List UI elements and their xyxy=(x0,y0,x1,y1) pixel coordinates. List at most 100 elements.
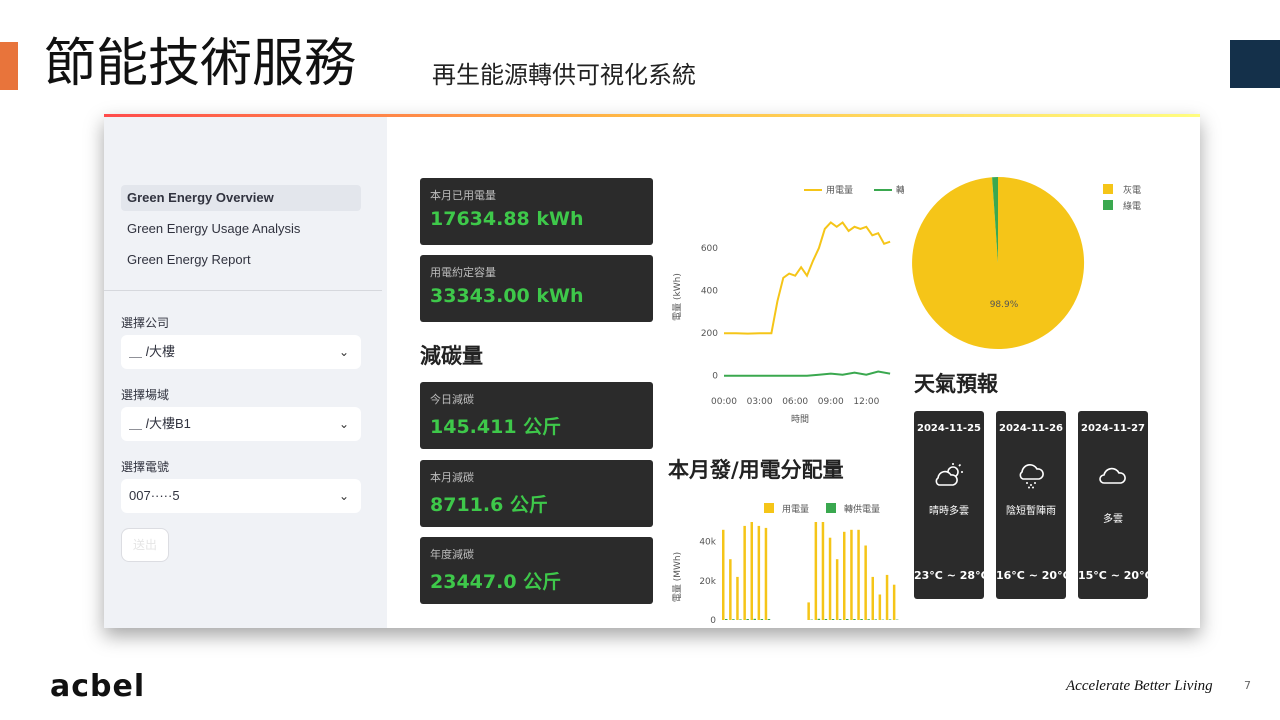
nav-green-energy-report[interactable]: Green Energy Report xyxy=(121,247,361,273)
corner-block xyxy=(1230,40,1280,88)
weather-desc: 陰短暫陣雨 xyxy=(1006,506,1056,517)
page-number: 7 xyxy=(1244,679,1251,692)
site-select[interactable]: ＿ 𝑙大樓B1 ⌄ xyxy=(121,407,361,441)
bar xyxy=(725,619,728,620)
bar xyxy=(750,522,753,620)
metric-label: 年度減碳 xyxy=(430,548,474,561)
nav-green-energy-usage-analysis[interactable]: Green Energy Usage Analysis xyxy=(121,216,361,242)
bar xyxy=(860,619,863,620)
site-select-value: ＿ 𝑙大樓B1 xyxy=(129,416,191,431)
bar xyxy=(753,618,756,620)
metric-year-reduction: 年度減碳 23447.0 公斤 xyxy=(420,537,653,604)
bar xyxy=(807,602,810,620)
y-tick-label: 600 xyxy=(701,244,718,254)
metric-monthly-usage: 本月已用電量 17634.88 kWh xyxy=(420,178,653,245)
bar xyxy=(864,545,867,620)
bar xyxy=(767,619,771,620)
title-accent-bar xyxy=(0,42,18,90)
bar xyxy=(821,522,825,620)
acbel-logo: acbel xyxy=(50,669,146,704)
metric-label: 用電約定容量 xyxy=(430,266,496,279)
series-line xyxy=(724,221,891,335)
metric-label: 本月已用電量 xyxy=(430,189,496,202)
y-axis-label: 電量 (kWh) xyxy=(672,273,683,321)
bar xyxy=(885,574,889,620)
chevron-down-icon: ⌄ xyxy=(338,417,349,431)
meter-select-value: 007·····5 xyxy=(129,488,180,503)
bar xyxy=(764,527,768,620)
chevron-down-icon: ⌄ xyxy=(338,345,349,359)
bar xyxy=(843,531,846,620)
legend-swatch xyxy=(764,503,774,513)
rain-cloud-icon xyxy=(1019,464,1044,489)
bar xyxy=(850,529,853,620)
bar xyxy=(817,618,821,620)
y-tick-label: 200 xyxy=(701,329,718,339)
site-select-label: 選擇場域 xyxy=(121,388,170,402)
bar xyxy=(892,584,896,620)
bar xyxy=(732,619,735,620)
company-select[interactable]: ＿ 𝑙大樓 ⌄ xyxy=(121,335,361,369)
bar xyxy=(835,559,839,620)
dashboard-screenshot: Green Energy Overview Green Energy Usage… xyxy=(104,114,1200,628)
weather-date: 2024-11-26 xyxy=(999,423,1063,434)
monthly-distribution-bar-chart: 0 20k 40k 電量 (MWh) 用電量 轉供電量 xyxy=(672,503,899,626)
bar xyxy=(888,619,892,620)
slide-subtitle: 再生能源轉供可視化系統 xyxy=(432,61,696,89)
weather-desc: 多雲 xyxy=(1103,514,1123,525)
legend-label: 灰電 xyxy=(1123,184,1141,196)
company-select-value: ＿ 𝑙大樓 xyxy=(129,344,175,359)
slide-title: 節能技術服務 xyxy=(44,34,357,94)
y-tick-label: 20k xyxy=(699,577,716,587)
bar xyxy=(743,525,746,620)
bar xyxy=(857,529,860,620)
metric-value: 17634.88 kWh xyxy=(430,208,584,230)
bar xyxy=(814,522,818,620)
weather-card: 2024-11-27 多雲 15°C ~ 20°C xyxy=(1078,411,1153,599)
legend-swatch xyxy=(1103,200,1113,210)
sun-cloud-icon xyxy=(935,463,963,486)
x-tick-label: 09:00 xyxy=(818,397,844,407)
metric-label: 今日減碳 xyxy=(430,393,474,406)
weather-card: 2024-11-25 晴時多雲 23°C ~ 28°C xyxy=(914,411,989,599)
submit-button[interactable]: 送出 xyxy=(121,528,169,562)
x-tick-label: 12:00 xyxy=(853,397,879,407)
x-tick-label: 03:00 xyxy=(747,397,773,407)
weather-temp: 23°C ~ 28°C xyxy=(914,569,989,582)
x-axis-label: 時間 xyxy=(791,414,809,425)
bar xyxy=(846,619,849,620)
bar xyxy=(828,537,832,620)
legend-label: 轉供電量 xyxy=(844,503,880,515)
bar xyxy=(878,594,882,620)
metric-value: 145.411 公斤 xyxy=(430,416,562,438)
weather-heading: 天氣預報 xyxy=(914,372,998,396)
bar xyxy=(867,619,870,620)
weather-temp: 15°C ~ 20°C xyxy=(1078,569,1153,582)
series-line xyxy=(724,370,891,377)
y-axis-label: 電量 (MWh) xyxy=(672,552,683,602)
bar xyxy=(739,619,742,620)
company-select-label: 選擇公司 xyxy=(121,316,170,330)
metric-value: 23447.0 公斤 xyxy=(430,571,562,593)
bar xyxy=(874,619,877,620)
sidebar-divider xyxy=(104,290,382,291)
weather-date: 2024-11-25 xyxy=(917,423,981,434)
weather-date: 2024-11-27 xyxy=(1081,423,1145,434)
sidebar: Green Energy Overview Green Energy Usage… xyxy=(104,117,387,628)
bar xyxy=(838,619,842,620)
bar xyxy=(757,525,761,620)
legend-swatch xyxy=(1103,184,1113,194)
legend-label: 用電量 xyxy=(782,504,809,515)
weather-card: 2024-11-26 陰短暫陣雨 16°C ~ 20°C xyxy=(996,411,1071,599)
cloud-icon xyxy=(1099,467,1126,484)
metric-contract-capacity: 用電約定容量 33343.00 kWh xyxy=(420,255,653,322)
metric-value: 8711.6 公斤 xyxy=(430,494,548,516)
meter-select[interactable]: 007·····5 ⌄ xyxy=(121,479,361,513)
nav-green-energy-overview[interactable]: Green Energy Overview xyxy=(121,185,361,211)
tagline: Accelerate Better Living xyxy=(1066,678,1213,694)
bar xyxy=(736,576,739,620)
pie-data-label: 98.9% xyxy=(990,300,1019,310)
y-tick-label: 0 xyxy=(710,616,716,626)
y-tick-label: 0 xyxy=(712,372,718,382)
x-tick-label: 06:00 xyxy=(782,397,808,407)
